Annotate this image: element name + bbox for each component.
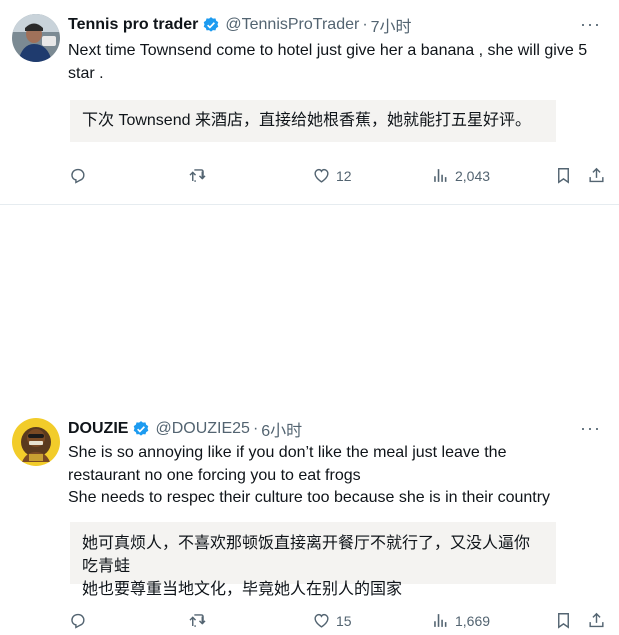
post-text: Next time Townsend come to hotel just gi… (68, 42, 588, 82)
share-icon (589, 167, 604, 183)
repost-icon (189, 169, 206, 182)
repost-icon (189, 614, 206, 627)
repost-button[interactable] (188, 611, 207, 630)
bookmark-button[interactable] (554, 611, 573, 630)
author-name[interactable]: DOUZIE (68, 420, 128, 438)
like-button[interactable]: 15 (312, 611, 352, 630)
views-button[interactable]: 2,043 (431, 166, 490, 185)
translation-line: 她也要尊重当地文化，毕竟她人在别人的国家 (82, 581, 403, 598)
like-icon (314, 613, 329, 628)
post-text-line: She needs to respec their culture too be… (68, 489, 551, 506)
share-icon (589, 612, 604, 628)
reply-icon (71, 613, 85, 629)
author-handle[interactable]: @DOUZIE25 (155, 420, 249, 438)
post-tennis-pro-trader[interactable]: Tennis pro trader @TennisProTrader · 7小时… (0, 0, 619, 205)
post-douzie[interactable]: DOUZIE @DOUZIE25 · 6小时 ··· She is so ann… (0, 205, 619, 629)
views-count: 2,043 (455, 167, 491, 184)
post-text-line: restaurant no one forcing you to eat fro… (68, 466, 361, 484)
reply-button[interactable] (68, 611, 87, 630)
views-button[interactable]: 1,669 (431, 611, 490, 630)
like-count: 15 (336, 612, 352, 629)
bookmark-icon (558, 168, 569, 184)
translation-box: 她可真烦人，不喜欢那顿饭直接离开餐厅不就行了，又没人逼你吃青蛙 她也要尊重当地文… (70, 522, 556, 598)
post-time[interactable]: 6小时 (261, 417, 302, 441)
views-icon (434, 614, 447, 627)
translation-line: 她可真烦人，不喜欢那顿饭直接离开餐厅不就行了，又没人逼你吃青蛙 (82, 535, 531, 575)
action-bar: 15 1,669 (64, 611, 610, 635)
more-icon[interactable]: ··· (580, 418, 601, 439)
author-name[interactable]: Tennis pro trader (68, 16, 198, 34)
verified-badge-icon (134, 421, 149, 436)
translation-box: 下次 Townsend 来酒店，直接给她根香蕉，她就能打五星好评。 (70, 100, 556, 142)
like-count: 12 (336, 167, 352, 184)
share-button[interactable] (587, 166, 606, 185)
reply-button[interactable] (68, 166, 87, 185)
post-text: She is so annoying like if you don’t lik… (68, 442, 608, 510)
post-time[interactable]: 7小时 (371, 13, 412, 37)
views-icon (434, 169, 447, 182)
like-button[interactable]: 12 (312, 166, 352, 185)
share-button[interactable] (587, 611, 606, 630)
separator-dot: · (362, 16, 368, 33)
separator-dot: · (252, 420, 259, 437)
avatar-tennis-pro-trader[interactable] (12, 14, 60, 62)
post-text-line: She is so annoying like if you don’t lik… (68, 444, 507, 461)
views-count: 1,669 (455, 612, 491, 629)
bookmark-button[interactable] (554, 166, 573, 185)
like-icon (314, 168, 329, 183)
reply-icon (71, 168, 85, 184)
bookmark-icon (558, 613, 569, 629)
repost-button[interactable] (188, 166, 207, 185)
action-bar: 12 2,043 (64, 166, 610, 190)
avatar-douzie[interactable] (12, 418, 60, 466)
author-handle[interactable]: @TennisProTrader (225, 16, 359, 34)
verified-badge-icon (204, 17, 219, 32)
more-icon[interactable]: ··· (580, 14, 601, 35)
